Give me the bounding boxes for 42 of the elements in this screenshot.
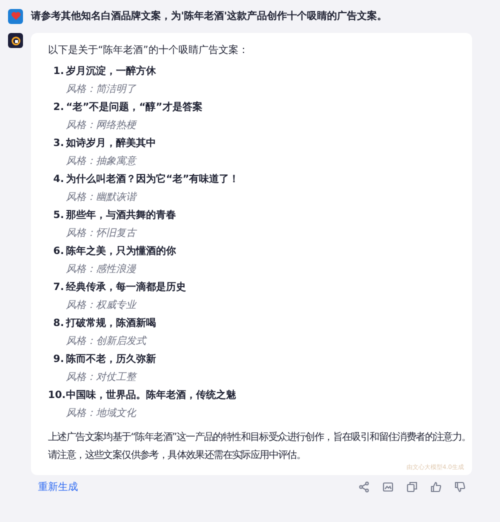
slogan-title: 如诗岁月，醉美其中: [66, 136, 157, 151]
item-number: 10.: [48, 390, 66, 403]
slogan-title: 那些年，与酒共舞的青春: [66, 208, 177, 223]
slogan-style: 风格：幽默诙谐: [66, 190, 138, 205]
reply-intro: 以下是关于“陈年老酒”的十个吸睛广告文案：: [48, 44, 250, 58]
slogan-style: 风格：抽象寓意: [66, 154, 138, 169]
thumbs-down-icon[interactable]: [454, 481, 466, 493]
slogan-style: 风格：权威专业: [66, 298, 138, 313]
image-icon[interactable]: [382, 481, 394, 493]
item-number: 7.: [52, 281, 65, 295]
item-number: 1.: [52, 65, 65, 79]
user-avatar: [8, 8, 23, 24]
slogan-title: 陈年之美，只为懂酒的你: [66, 244, 177, 259]
slogan-title: 陈而不老，历久弥新: [66, 352, 157, 367]
user-message: 请参考其他知名白酒品牌文案，为'陈年老酒'这款产品创作十个吸睛的广告文案。: [31, 9, 388, 23]
item-number: 4.: [52, 173, 65, 187]
slogan-title: “老”不是问题，“醇”才是答案: [66, 100, 204, 115]
slogan-style: 风格：怀旧复古: [66, 226, 138, 241]
copy-icon[interactable]: [406, 481, 418, 493]
regenerate-link[interactable]: 重新生成: [38, 480, 78, 494]
slogan-title: 打破常规，陈酒新喝: [66, 316, 157, 331]
item-number: 5.: [52, 209, 65, 223]
item-number: 3.: [52, 137, 65, 151]
slogan-style: 风格：对仗工整: [66, 370, 138, 385]
slogan-title: 为什么叫老酒？因为它“老”有味道了！: [66, 172, 240, 187]
reply-paragraph: 请注意，这些文案仅供参考，具体效果还需在实际应用中评估。: [48, 448, 306, 463]
share-icon[interactable]: [358, 481, 370, 493]
item-number: 6.: [52, 245, 65, 259]
item-number: 9.: [52, 353, 65, 367]
thumbs-up-icon[interactable]: [430, 481, 442, 493]
assistant-avatar: [8, 33, 23, 48]
slogan-title: 中国味，世界品。陈年老酒，传统之魅: [66, 388, 237, 403]
slogan-style: 风格：地域文化: [66, 406, 138, 421]
slogan-style: 风格：创新启发式: [66, 334, 148, 349]
slogan-style: 风格：网络热梗: [66, 118, 138, 133]
slogan-title: 经典传承，每一滴都是历史: [66, 280, 187, 295]
slogan-title: 岁月沉淀，一醉方休: [66, 64, 157, 79]
reply-paragraph: 上述广告文案均基于“陈年老酒”这一产品的特性和目标受众进行创作，旨在吸引和留住消费者的注意力。: [48, 430, 471, 445]
item-number: 8.: [52, 317, 65, 331]
item-number: 2.: [52, 101, 65, 115]
slogan-style: 风格：简洁明了: [66, 82, 138, 97]
slogan-style: 风格：感性浪漫: [66, 262, 138, 277]
